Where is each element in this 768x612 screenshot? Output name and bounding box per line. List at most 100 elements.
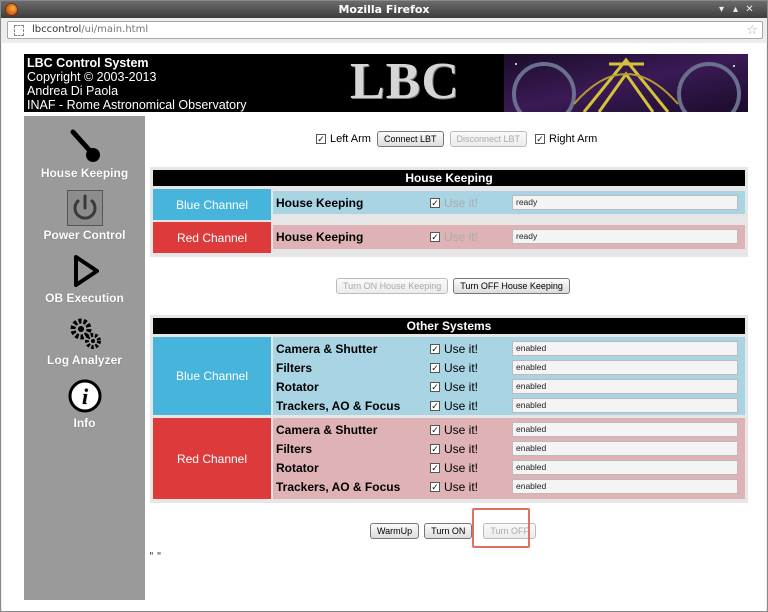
sidebar-item-ob-execution[interactable]: OB Execution (24, 253, 145, 305)
use-it-option[interactable]: ✓ Use it! (430, 380, 478, 394)
red-row-rotator: Rotator ✓ Use it! enabled (276, 459, 742, 478)
minimize-icon[interactable]: ▾ (716, 4, 727, 15)
use-it-option[interactable]: ✓ Use it! (430, 230, 478, 244)
sidebar-item-power-control[interactable]: Power Control (24, 190, 145, 242)
use-it-option[interactable]: ✓ Use it! (430, 423, 478, 437)
red-row-camera-shutter: Camera & Shutter ✓ Use it! enabled (276, 421, 742, 440)
right-arm-label: Right Arm (549, 133, 598, 145)
use-it-option[interactable]: ✓ Use it! (430, 342, 478, 356)
row-label: Trackers, AO & Focus (276, 399, 401, 413)
restore-icon[interactable]: ▴ (730, 4, 741, 15)
status-field: ready (512, 229, 738, 244)
house-keeping-title: House Keeping (153, 170, 745, 186)
highlight-box (472, 508, 530, 548)
sidebar-item-house-keeping[interactable]: House Keeping (24, 128, 145, 180)
sidebar-item-info[interactable]: i Info (24, 378, 145, 430)
sidebar-item-label: House Keeping (40, 166, 129, 180)
row-label: Rotator (276, 380, 319, 394)
hk-red-row: House Keeping ✓ Use it! ready (276, 228, 742, 247)
house-keeping-panel: House Keeping Blue Channel House Keeping… (150, 167, 748, 257)
use-it-option[interactable]: ✓ Use it! (430, 196, 478, 210)
connect-lbt-button[interactable]: Connect LBT (376, 131, 444, 147)
use-it-checkbox[interactable]: ✓ (430, 198, 440, 208)
arm-selector: ✓ Left Arm Connect LBT Disconnect LBT ✓ … (316, 129, 597, 149)
use-it-option[interactable]: ✓ Use it! (430, 442, 478, 456)
other-systems-title: Other Systems (153, 318, 745, 334)
blue-channel-label: Blue Channel (153, 189, 271, 220)
use-it-checkbox[interactable]: ✓ (430, 363, 440, 373)
url-text[interactable]: lbccontrol/ui/main.html (32, 24, 148, 35)
turn-on-house-keeping-button[interactable]: Turn ON House Keeping (336, 278, 449, 294)
thermometer-icon (70, 129, 100, 162)
blue-channel-label: Blue Channel (153, 337, 271, 415)
close-icon[interactable]: ✕ (744, 4, 755, 15)
sidebar-item-label: Info (73, 416, 96, 430)
use-it-checkbox[interactable]: ✓ (430, 425, 440, 435)
hk-blue-row: House Keeping ✓ Use it! ready (276, 194, 742, 213)
red-row-filters: Filters ✓ Use it! enabled (276, 440, 742, 459)
info-icon: i (68, 379, 101, 413)
use-it-option[interactable]: ✓ Use it! (430, 399, 478, 413)
use-it-option[interactable]: ✓ Use it! (430, 361, 478, 375)
use-it-checkbox[interactable]: ✓ (430, 382, 440, 392)
sidebar-item-label: Power Control (43, 228, 126, 242)
page-content: LBC Control System Copyright © 2003-2013… (2, 43, 766, 611)
disconnect-lbt-button[interactable]: Disconnect LBT (449, 131, 528, 147)
app-title: LBC Control System (27, 56, 149, 70)
row-label: Filters (276, 442, 313, 456)
status-field: enabled (512, 379, 738, 394)
row-label: Camera & Shutter (276, 342, 378, 356)
right-arm-checkbox[interactable]: ✓ (535, 134, 546, 144)
play-icon (73, 255, 99, 287)
blue-row-camera-shutter: Camera & Shutter ✓ Use it! enabled (276, 340, 742, 359)
row-label: House Keeping (276, 196, 364, 210)
row-label: Camera & Shutter (276, 423, 378, 437)
row-label: Rotator (276, 461, 319, 475)
row-label: Trackers, AO & Focus (276, 480, 401, 494)
address-bar[interactable]: lbccontrol/ui/main.html ☆ (7, 21, 763, 39)
status-field: ready (512, 195, 738, 210)
use-it-option[interactable]: ✓ Use it! (430, 461, 478, 475)
sidebar-item-label: OB Execution (45, 291, 124, 305)
left-arm-label: Left Arm (330, 133, 371, 145)
svg-text:i: i (81, 384, 88, 409)
red-channel-label: Red Channel (153, 418, 271, 499)
telescope-image (504, 54, 748, 112)
status-field: enabled (512, 341, 738, 356)
status-field: enabled (512, 460, 738, 475)
red-row-trackers: Trackers, AO & Focus ✓ Use it! enabled (276, 478, 742, 497)
use-it-checkbox[interactable]: ✓ (430, 463, 440, 473)
left-arm-checkbox[interactable]: ✓ (316, 134, 326, 144)
browser-window: Mozilla Firefox ▾ ▴ ✕ lbccontrol/ui/main… (0, 0, 768, 612)
bookmark-star-icon[interactable]: ☆ (746, 23, 758, 38)
use-it-checkbox[interactable]: ✓ (430, 444, 440, 454)
use-it-checkbox[interactable]: ✓ (430, 232, 440, 242)
sidebar-item-log-analyzer[interactable]: Log Analyzer (24, 315, 145, 367)
red-channel-label: Red Channel (153, 222, 271, 253)
row-label: Filters (276, 361, 313, 375)
turn-off-house-keeping-button[interactable]: Turn OFF House Keeping (453, 278, 570, 294)
status-field: enabled (512, 441, 738, 456)
use-it-checkbox[interactable]: ✓ (430, 401, 440, 411)
firefox-icon (5, 3, 18, 16)
page-icon (14, 25, 24, 36)
other-systems-panel: Other Systems Blue Channel Camera & Shut… (150, 315, 748, 503)
banner-text: LBC Control System Copyright © 2003-2013… (27, 56, 247, 112)
warmup-button[interactable]: WarmUp (370, 523, 420, 539)
gears-icon (70, 318, 101, 349)
use-it-checkbox[interactable]: ✓ (430, 482, 440, 492)
status-field: enabled (512, 479, 738, 494)
use-it-option[interactable]: ✓ Use it! (430, 480, 478, 494)
title-bar: Mozilla Firefox ▾ ▴ ✕ (1, 1, 767, 18)
author: Andrea Di Paola (27, 84, 119, 98)
lbc-logo: LBC (350, 54, 460, 110)
footer-mark: " " (149, 551, 162, 562)
sidebar-item-label: Log Analyzer (47, 353, 122, 367)
window-title: Mozilla Firefox (338, 3, 430, 16)
use-it-checkbox[interactable]: ✓ (430, 344, 440, 354)
sidebar: House Keeping Power Control OB Execution (24, 116, 145, 600)
house-keeping-actions: Turn ON House Keeping Turn OFF House Kee… (336, 278, 570, 294)
status-field: enabled (512, 360, 738, 375)
turn-on-button[interactable]: Turn ON (424, 523, 473, 539)
row-label: House Keeping (276, 230, 364, 244)
